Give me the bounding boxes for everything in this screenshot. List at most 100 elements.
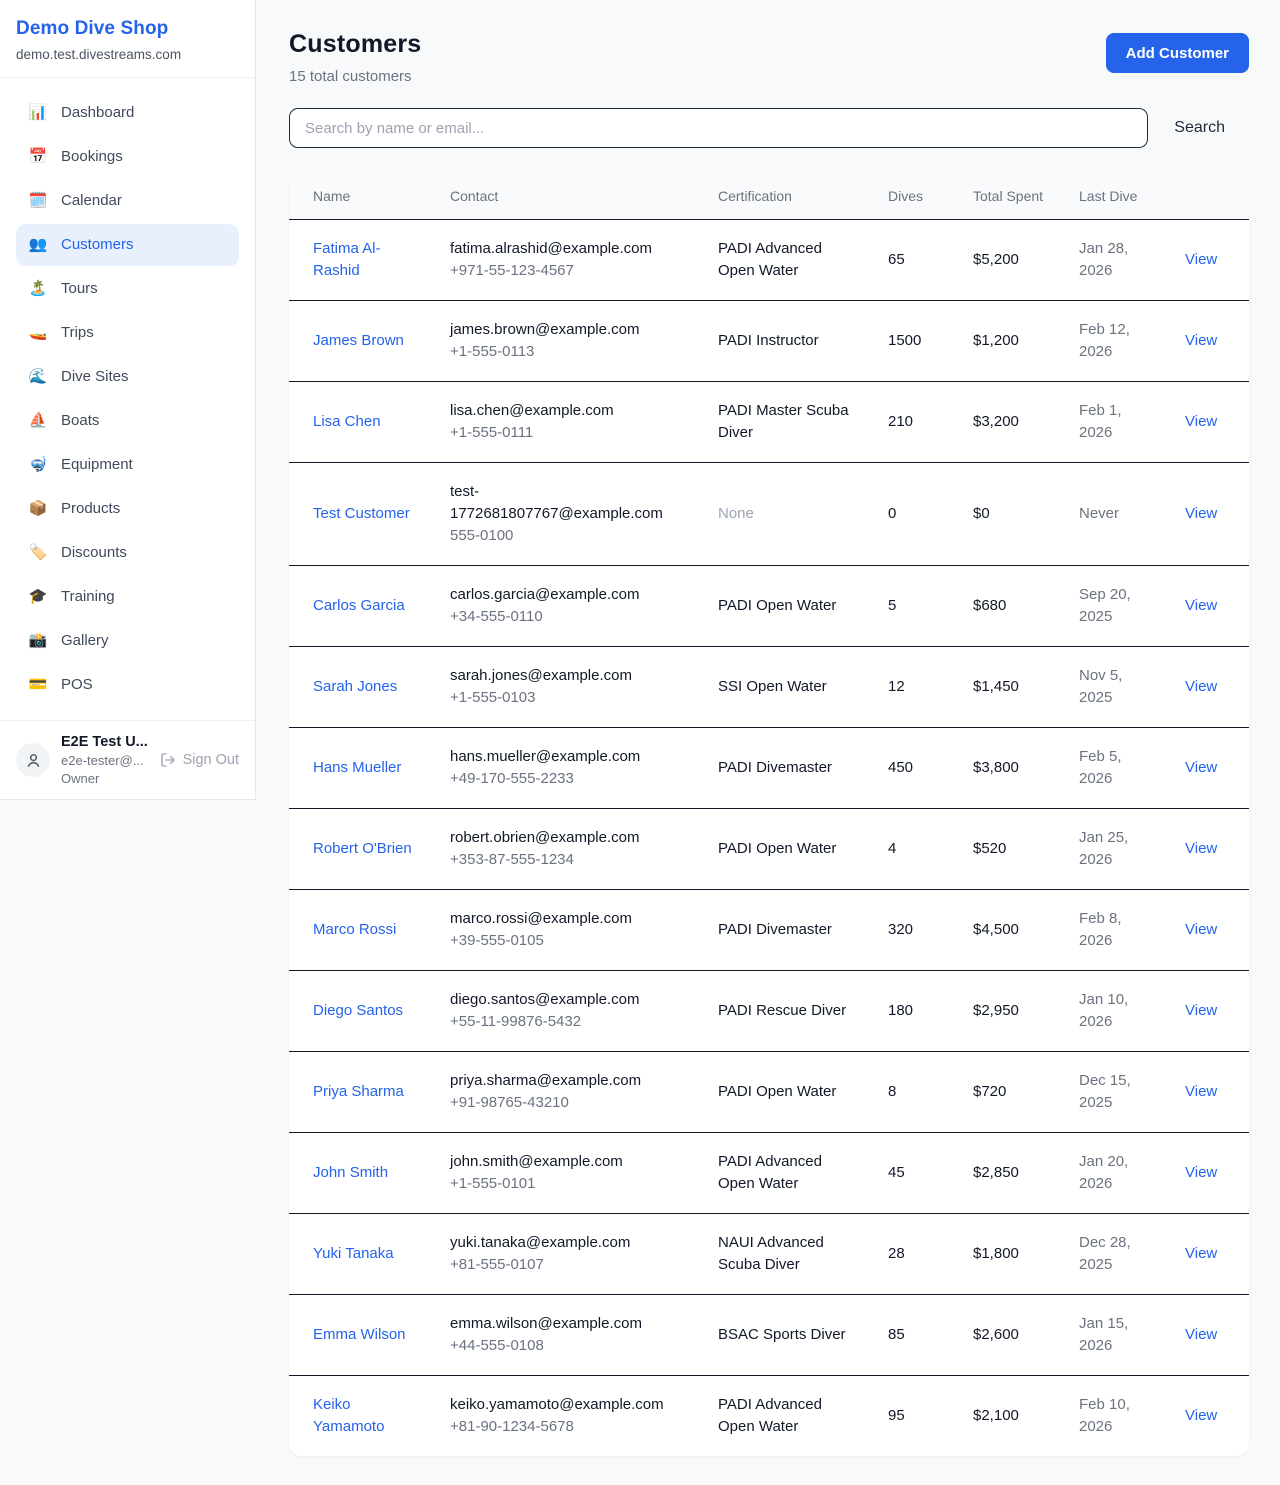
customer-name-link[interactable]: Priya Sharma [313,1083,404,1100]
customer-phone: +1-555-0113 [450,341,686,363]
user-name: E2E Test U... [61,734,149,750]
customer-dives: 65 [888,251,905,268]
dashboard-icon: 📊 [28,102,48,124]
table-row: Carlos Garcia carlos.garcia@example.com … [289,566,1249,647]
sidebar-item-boats[interactable]: ⛵ Boats [16,400,239,442]
customer-phone: +55-11-99876-5432 [450,1011,686,1033]
view-customer-link[interactable]: View [1185,759,1217,776]
customer-dives: 320 [888,921,913,938]
customer-last-dive: Feb 5, 2026 [1079,748,1122,787]
customer-certification: PADI Advanced Open Water [718,1153,822,1192]
table-row: John Smith john.smith@example.com +1-555… [289,1133,1249,1214]
customer-count: 15 total customers [289,68,421,85]
customer-name-link[interactable]: Yuki Tanaka [313,1245,394,1262]
view-customer-link[interactable]: View [1185,1083,1217,1100]
customer-phone: 555-0100 [450,525,686,547]
view-customer-link[interactable]: View [1185,1326,1217,1343]
sidebar-item-dive-sites[interactable]: 🌊 Dive Sites [16,356,239,398]
sidebar-item-label: Equipment [61,454,133,476]
customers-table-card: Name Contact Certification Dives Total S… [289,174,1249,1456]
customer-certification: None [718,505,754,522]
user-email: e2e-tester@... [61,753,149,768]
customer-phone: +353-87-555-1234 [450,849,686,871]
view-customer-link[interactable]: View [1185,678,1217,695]
table-header-row: Name Contact Certification Dives Total S… [289,174,1249,220]
customer-email: james.brown@example.com [450,319,686,341]
view-customer-link[interactable]: View [1185,332,1217,349]
customer-total-spent: $2,850 [973,1164,1019,1181]
sidebar-item-pos[interactable]: 💳 POS [16,664,239,706]
customer-certification: PADI Open Water [718,597,836,614]
customer-dives: 45 [888,1164,905,1181]
sidebar-item-training[interactable]: 🎓 Training [16,576,239,618]
customer-name-link[interactable]: Marco Rossi [313,921,396,938]
customer-email: carlos.garcia@example.com [450,584,686,606]
sidebar: Demo Dive Shop demo.test.divestreams.com… [0,0,256,800]
sidebar-item-tours[interactable]: 🏝️ Tours [16,268,239,310]
training-icon: 🎓 [28,586,48,608]
sidebar-item-equipment[interactable]: 🤿 Equipment [16,444,239,486]
gallery-icon: 📸 [28,630,48,652]
column-header-contact: Contact [434,174,702,220]
customer-name-link[interactable]: Robert O'Brien [313,840,412,857]
view-customer-link[interactable]: View [1185,1407,1217,1424]
sidebar-item-trips[interactable]: 🚤 Trips [16,312,239,354]
table-row: Priya Sharma priya.sharma@example.com +9… [289,1052,1249,1133]
customer-certification: PADI Divemaster [718,921,832,938]
customer-phone: +91-98765-43210 [450,1092,686,1114]
sidebar-item-dashboard[interactable]: 📊 Dashboard [16,92,239,134]
sidebar-item-products[interactable]: 📦 Products [16,488,239,530]
customer-name-link[interactable]: Hans Mueller [313,759,401,776]
sidebar-item-label: Discounts [61,542,127,564]
sidebar-item-bookings[interactable]: 📅 Bookings [16,136,239,178]
customer-name-link[interactable]: Diego Santos [313,1002,403,1019]
customer-dives: 4 [888,840,896,857]
page-header-text: Customers 15 total customers [289,30,421,85]
customer-email: sarah.jones@example.com [450,665,686,687]
customer-certification: PADI Open Water [718,840,836,857]
customer-last-dive: Feb 1, 2026 [1079,402,1122,441]
customer-name-link[interactable]: Lisa Chen [313,413,381,430]
customer-total-spent: $1,800 [973,1245,1019,1262]
customer-dives: 1500 [888,332,921,349]
sidebar-item-label: Boats [61,410,99,432]
view-customer-link[interactable]: View [1185,921,1217,938]
customer-last-dive: Jan 20, 2026 [1079,1153,1128,1192]
customer-last-dive: Feb 12, 2026 [1079,321,1130,360]
view-customer-link[interactable]: View [1185,413,1217,430]
view-customer-link[interactable]: View [1185,1164,1217,1181]
column-header-certification: Certification [702,174,872,220]
table-row: Lisa Chen lisa.chen@example.com +1-555-0… [289,382,1249,463]
customer-name-link[interactable]: Test Customer [313,505,410,522]
sign-out-button[interactable]: Sign Out [160,752,239,768]
search-input[interactable] [289,108,1148,148]
view-customer-link[interactable]: View [1185,505,1217,522]
customer-total-spent: $2,600 [973,1326,1019,1343]
sidebar-item-calendar[interactable]: 🗓️ Calendar [16,180,239,222]
view-customer-link[interactable]: View [1185,840,1217,857]
view-customer-link[interactable]: View [1185,597,1217,614]
customer-name-link[interactable]: Sarah Jones [313,678,397,695]
customer-name-link[interactable]: Fatima Al-Rashid [313,240,381,279]
customer-name-link[interactable]: John Smith [313,1164,388,1181]
sidebar-item-label: Dive Sites [61,366,129,388]
customer-last-dive: Dec 28, 2025 [1079,1234,1131,1273]
view-customer-link[interactable]: View [1185,251,1217,268]
customer-phone: +1-555-0103 [450,687,686,709]
customer-certification: PADI Divemaster [718,759,832,776]
table-row: Keiko Yamamoto keiko.yamamoto@example.co… [289,1376,1249,1457]
view-customer-link[interactable]: View [1185,1002,1217,1019]
customer-name-link[interactable]: Keiko Yamamoto [313,1396,384,1435]
view-customer-link[interactable]: View [1185,1245,1217,1262]
user-info: E2E Test U... e2e-tester@... Owner [61,734,149,786]
customer-name-link[interactable]: James Brown [313,332,404,349]
sidebar-item-gallery[interactable]: 📸 Gallery [16,620,239,662]
add-customer-button[interactable]: Add Customer [1106,33,1249,73]
customer-total-spent: $1,450 [973,678,1019,695]
customer-dives: 450 [888,759,913,776]
customer-name-link[interactable]: Carlos Garcia [313,597,405,614]
search-button[interactable]: Search [1148,119,1249,137]
sidebar-item-customers[interactable]: 👥 Customers [16,224,239,266]
sidebar-item-discounts[interactable]: 🏷️ Discounts [16,532,239,574]
customer-name-link[interactable]: Emma Wilson [313,1326,406,1343]
